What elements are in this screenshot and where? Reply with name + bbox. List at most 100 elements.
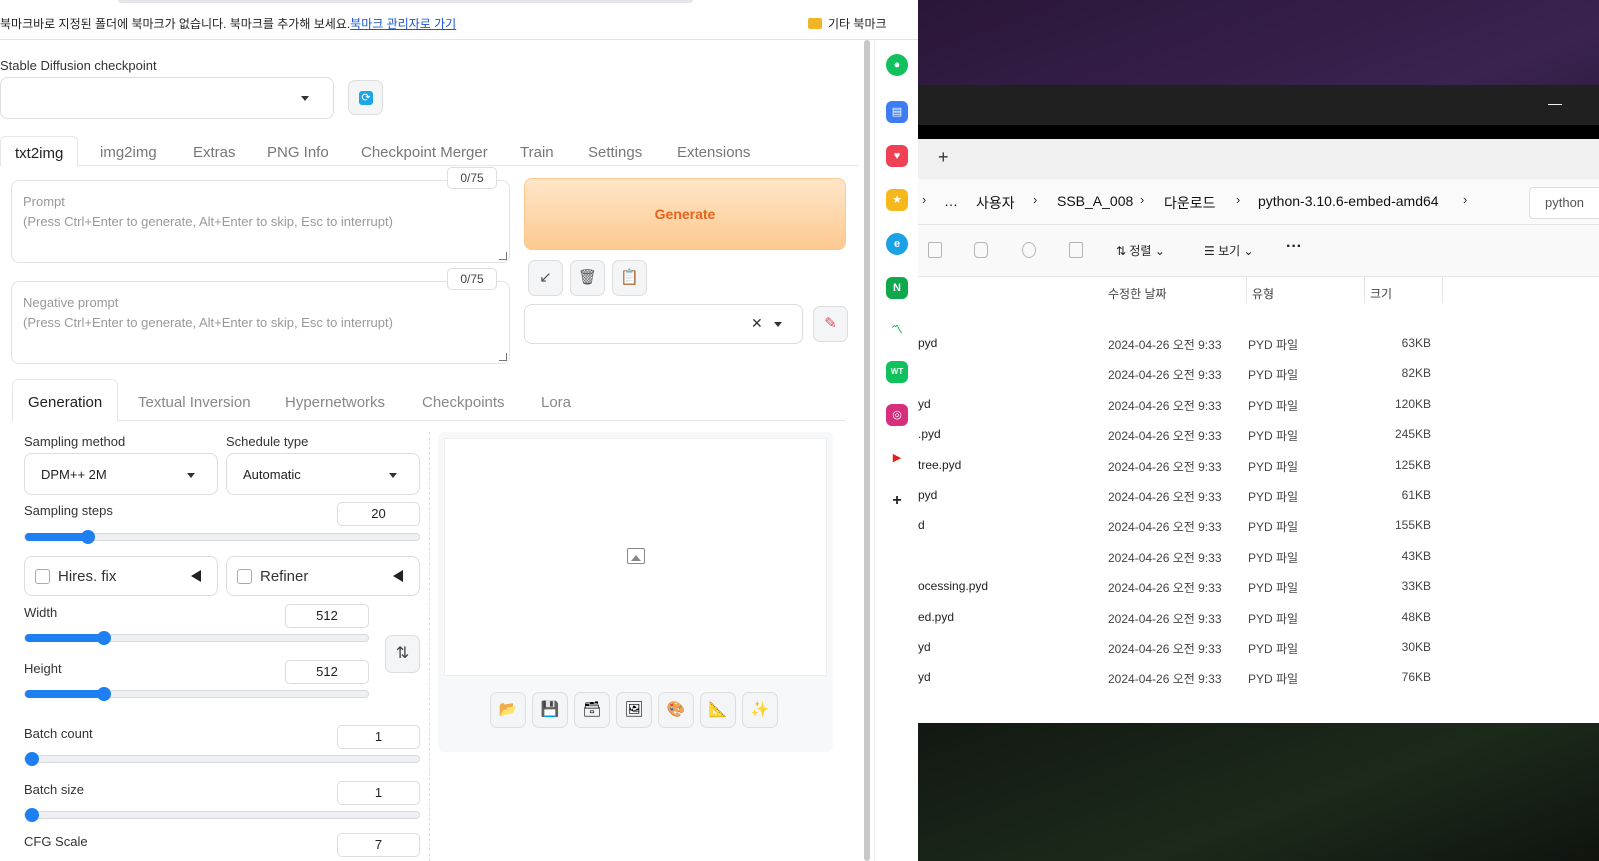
tab-img2img[interactable]: img2img [100,144,157,161]
circle-app-icon[interactable]: ● [886,54,908,76]
copy-icon[interactable] [928,242,942,258]
apply-styles-button[interactable]: 📋 [612,260,647,296]
tab-extensions[interactable]: Extensions [677,144,750,161]
sampling-steps-slider[interactable] [24,530,420,544]
cfg-scale-input[interactable]: 7 [337,833,420,857]
pocket-icon[interactable]: ♥ [886,145,908,167]
breadcrumb-overflow[interactable]: … [944,193,958,209]
tab-generation[interactable]: Generation [12,379,119,422]
bookmark-manager-link[interactable]: 북마크 관리자로 가기 [350,17,456,31]
table-row[interactable]: ed.pyd 2024-04-26 오전 9:33 PYD 파일 48KB [918,603,1599,633]
table-row[interactable]: tree.pyd 2024-04-26 오전 9:33 PYD 파일 125KB [918,451,1599,481]
tab-checkpoint-merger[interactable]: Checkpoint Merger [361,144,488,161]
table-row[interactable]: d 2024-04-26 오전 9:33 PYD 파일 155KB [918,511,1599,541]
read-params-button[interactable]: ↙ [528,260,563,296]
negative-prompt-textarea[interactable]: Negative prompt (Press Ctrl+Enter to gen… [11,281,510,364]
chart-icon[interactable]: 〽 [886,319,908,341]
send-to-extras-button[interactable]: 📐 [700,692,736,728]
more-options-button[interactable]: ··· [1286,238,1302,256]
star-icon[interactable]: ★ [886,189,908,211]
other-bookmarks[interactable]: 기타 북마크 [808,15,887,32]
tab-hypernetworks[interactable]: Hypernetworks [285,394,385,411]
webtoon-icon[interactable]: WT [886,361,908,383]
slider-thumb[interactable] [25,752,39,766]
resize-grip-icon[interactable] [499,252,507,260]
column-separator[interactable] [1364,277,1365,303]
minimize-icon[interactable]: — [1548,95,1562,111]
clear-icon[interactable]: ✕ [751,315,763,332]
send-to-img2img-button[interactable]: 🖼 [616,692,652,728]
share-icon[interactable] [1022,242,1036,258]
table-row[interactable]: yd 2024-04-26 오전 9:33 PYD 파일 76KB [918,663,1599,693]
column-type[interactable]: 유형 [1252,285,1274,302]
sampling-method-dropdown[interactable]: DPM++ 2M [24,453,218,495]
height-slider[interactable] [24,687,369,701]
breadcrumb-downloads[interactable]: 다운로드 [1164,193,1216,213]
breadcrumb-current-folder[interactable]: python-3.10.6-embed-amd64 [1258,193,1439,209]
width-slider[interactable] [24,631,369,645]
styles-dropdown[interactable]: ✕ [524,304,803,344]
schedule-type-dropdown[interactable]: Automatic [226,453,420,495]
height-input[interactable]: 512 [285,660,369,684]
prompt-textarea[interactable]: Prompt (Press Ctrl+Enter to generate, Al… [11,180,510,263]
resize-grip-icon[interactable] [499,353,507,361]
width-input[interactable]: 512 [285,604,369,628]
breadcrumb-user-folder[interactable]: SSB_A_008 [1057,193,1133,209]
slider-thumb[interactable] [81,530,96,544]
slider-thumb[interactable] [96,687,111,701]
column-size[interactable]: 크기 [1370,285,1392,302]
clear-prompt-button[interactable]: 🗑 [570,260,605,296]
batch-size-slider[interactable] [24,808,420,822]
new-tab-icon[interactable]: + [938,147,949,168]
page-scrollbar[interactable] [864,40,870,861]
table-row[interactable]: yd 2024-04-26 오전 9:33 PYD 파일 120KB [918,390,1599,420]
batch-count-slider[interactable] [24,752,420,766]
table-row[interactable]: ocessing.pyd 2024-04-26 오전 9:33 PYD 파일 33KB [918,572,1599,602]
tab-txt2img[interactable]: txt2img [0,136,79,167]
youtube-icon[interactable]: ▶ [886,447,908,469]
edge-icon[interactable]: e [886,233,908,255]
sort-button[interactable]: ⇅ 정렬 ⌄ [1116,242,1165,259]
tab-checkpoints[interactable]: Checkpoints [422,394,505,411]
trash-icon[interactable] [1069,242,1083,258]
tab-png-info[interactable]: PNG Info [267,144,329,161]
image-gallery[interactable] [444,438,827,676]
sampling-steps-input[interactable]: 20 [337,502,420,526]
tab-train[interactable]: Train [520,144,554,161]
triangle-left-icon[interactable] [393,570,403,582]
tab-extras[interactable]: Extras [193,144,236,161]
table-row[interactable]: pyd 2024-04-26 오전 9:33 PYD 파일 63KB [918,329,1599,359]
naver-icon[interactable]: N [886,277,908,299]
slider-thumb[interactable] [96,631,111,645]
zip-button[interactable]: 🗃 [574,692,610,728]
table-row[interactable]: 2024-04-26 오전 9:33 PYD 파일 82KB [918,359,1599,389]
tab-textual-inversion[interactable]: Textual Inversion [138,394,251,411]
save-button[interactable]: 💾 [532,692,568,728]
edit-styles-button[interactable]: ✎ [813,306,848,342]
column-date-modified[interactable]: 수정한 날짜 [1108,285,1167,302]
column-separator[interactable] [1246,277,1247,303]
refresh-checkpoint-button[interactable]: ⟳ [348,80,383,115]
tab-settings[interactable]: Settings [588,144,642,161]
tab-lora[interactable]: Lora [541,394,571,411]
explorer-address-bar[interactable]: › … 사용자 › SSB_A_008 › 다운로드 › python-3.10… [918,179,1599,225]
send-to-inpaint-button[interactable]: 🎨 [658,692,694,728]
rename-icon[interactable] [974,242,988,258]
plus-icon[interactable]: + [886,490,908,512]
swap-dimensions-button[interactable]: ⇅ [385,635,420,673]
refiner-accordion[interactable]: Refiner [226,556,420,596]
explorer-search-input[interactable]: python [1529,187,1599,219]
table-row[interactable]: yd 2024-04-26 오전 9:33 PYD 파일 30KB [918,633,1599,663]
hires-fix-checkbox[interactable] [35,569,50,584]
batch-count-input[interactable]: 1 [337,725,420,749]
upscale-button[interactable]: ✨ [742,692,778,728]
checkpoint-dropdown[interactable] [0,77,334,119]
triangle-left-icon[interactable] [191,570,201,582]
slider-thumb[interactable] [25,808,39,822]
batch-size-input[interactable]: 1 [337,781,420,805]
breadcrumb-users[interactable]: 사용자 [976,193,1015,213]
refiner-checkbox[interactable] [237,569,252,584]
open-folder-button[interactable]: 📂 [490,692,526,728]
table-row[interactable]: pyd 2024-04-26 오전 9:33 PYD 파일 61KB [918,481,1599,511]
briefcase-icon[interactable]: ▤ [886,101,908,123]
